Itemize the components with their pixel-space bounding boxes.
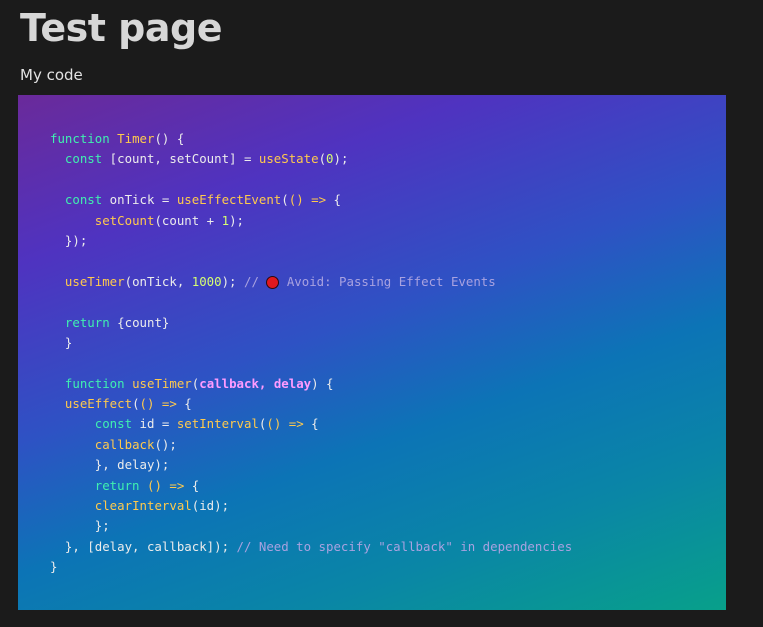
code-line: const [count, setCount] = useState(0); — [50, 149, 726, 169]
code-token: }, delay); — [50, 457, 170, 473]
code-token: useEffect — [64, 396, 133, 412]
code-line: useTimer(onTick, 1000); // Avoid: Passin… — [50, 272, 726, 292]
code-token: clearInterval — [94, 498, 192, 514]
code-token: const — [50, 416, 133, 432]
code-line: function useTimer(callback, delay) { — [50, 374, 726, 394]
code-token: (count + — [154, 212, 222, 228]
code-token: 1000 — [191, 273, 222, 289]
code-token: ( — [281, 192, 289, 208]
code-token: } — [50, 334, 73, 350]
code-token: ( — [318, 151, 327, 167]
code-token: return — [50, 314, 110, 330]
code-token: Avoid: Passing Effect Events — [279, 273, 496, 289]
code-line: useEffect(() => { — [50, 394, 726, 414]
code-token: [count, setCount] = — [102, 151, 259, 167]
code-token: return — [50, 477, 140, 493]
code-token: } — [50, 559, 58, 575]
code-token: { — [184, 477, 200, 493]
code-token: 1 — [221, 212, 230, 228]
code-token: function — [50, 375, 125, 391]
code-token: setCount — [94, 212, 155, 228]
code-token: const — [50, 192, 103, 208]
code-token: function — [50, 131, 110, 146]
code-caption: My code — [20, 66, 83, 84]
code-token: useTimer — [64, 273, 125, 289]
code-listing: function Timer() { const [count, setCoun… — [50, 129, 726, 578]
code-line: callback(); — [50, 435, 726, 455]
code-token: }; — [50, 518, 110, 534]
code-token: callback, delay — [199, 375, 312, 391]
code-token: id = — [132, 416, 177, 432]
code-token: () => — [147, 477, 185, 493]
code-token: ); — [221, 273, 244, 289]
code-token: (onTick, — [124, 273, 192, 289]
code-line: setCount(count + 1); — [50, 211, 726, 231]
code-block: function Timer() { const [count, setCoun… — [18, 95, 726, 610]
code-token: callback — [94, 436, 155, 452]
code-token: }); — [50, 232, 88, 248]
code-token: useEffectEvent — [176, 192, 282, 208]
code-token: ); — [333, 151, 349, 167]
code-token: }, [delay, callback]); — [50, 538, 237, 554]
code-token: ( — [132, 396, 140, 412]
code-token: ) { — [311, 375, 334, 391]
code-token: (id); — [191, 498, 230, 514]
code-token: { — [326, 192, 341, 208]
code-token: () => — [288, 192, 327, 208]
code-line: } — [50, 333, 726, 353]
code-line: }, [delay, callback]); // Need to specif… — [50, 537, 726, 557]
code-token: () => — [266, 416, 304, 432]
code-token: const — [50, 151, 103, 167]
code-token: onTick = — [102, 192, 177, 208]
code-line: return {count} — [50, 313, 726, 333]
code-line: }); — [50, 231, 726, 251]
code-line: }, delay); — [50, 455, 726, 475]
code-token: // Need to specify "callback" in depende… — [236, 538, 573, 554]
code-line: const id = setInterval(() => { — [50, 414, 726, 434]
code-token: setInterval — [176, 416, 259, 432]
code-line: const onTick = useEffectEvent(() => { — [50, 190, 726, 210]
code-token: ); — [229, 212, 244, 228]
code-line: } — [50, 557, 726, 577]
stop-icon — [266, 275, 280, 289]
code-token: () => — [139, 396, 177, 412]
code-token: { — [303, 416, 319, 432]
code-token: // — [243, 273, 267, 289]
code-token: () { — [154, 131, 185, 146]
code-line: function Timer() { — [50, 129, 726, 149]
page-title: Test page — [20, 6, 222, 50]
code-line: clearInterval(id); — [50, 496, 726, 516]
code-token: { — [176, 396, 192, 412]
code-token: useState — [258, 151, 319, 167]
code-token: (); — [154, 436, 177, 452]
code-line: return () => { — [50, 476, 726, 496]
code-token: useTimer — [132, 375, 192, 391]
code-token: Timer — [117, 131, 155, 146]
code-line: }; — [50, 516, 726, 536]
code-token: 0 — [326, 151, 334, 167]
code-token: {count} — [109, 314, 170, 330]
